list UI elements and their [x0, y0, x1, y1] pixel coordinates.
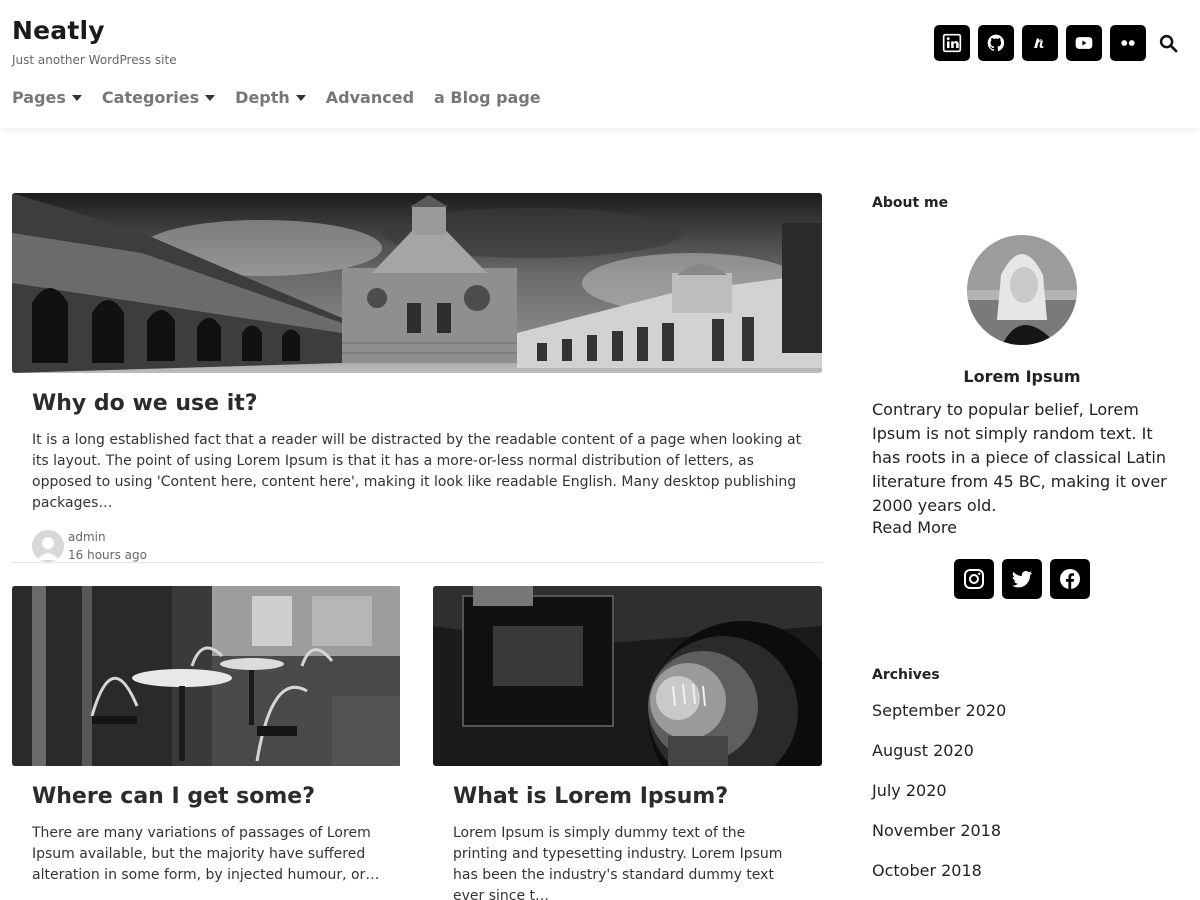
caret-down-icon: [205, 95, 216, 101]
nav-item-pages[interactable]: Pages: [12, 88, 82, 107]
widget-title: About me: [872, 195, 949, 211]
site-header: Neatly Just another WordPress site Pages…: [0, 0, 1200, 128]
archive-link[interactable]: July 2020: [872, 781, 1172, 821]
site-tagline: Just another WordPress site: [12, 53, 177, 67]
post-excerpt: There are many variations of passages of…: [32, 825, 380, 883]
about-widget: About me Lorem Ipsum Contrary to popular…: [872, 195, 1172, 599]
post-excerpt: Lorem Ipsum is simply dummy text of the …: [453, 825, 783, 900]
twitter-icon[interactable]: [1002, 559, 1042, 599]
read-more-link[interactable]: Read More: [872, 518, 1172, 537]
flickr-icon[interactable]: [1110, 25, 1146, 61]
archive-link[interactable]: August 2020: [872, 741, 1172, 781]
post-title[interactable]: Where can I get some?: [32, 784, 381, 809]
post-card: Where can I get some? There are many var…: [12, 586, 401, 886]
site-title[interactable]: Neatly: [12, 16, 105, 45]
caret-down-icon: [71, 95, 82, 101]
post-meta: admin 16 hours ago: [32, 528, 802, 564]
instagram-icon[interactable]: [954, 559, 994, 599]
nav-item-categories[interactable]: Categories: [101, 88, 216, 107]
facebook-icon[interactable]: [1050, 559, 1090, 599]
post-title[interactable]: What is Lorem Ipsum?: [453, 784, 802, 809]
post-thumbnail-cathedral[interactable]: [12, 193, 822, 373]
about-social-links: [872, 559, 1172, 599]
nav-item-label: Pages: [12, 88, 66, 107]
github-icon[interactable]: [978, 25, 1014, 61]
meetup-icon[interactable]: [1022, 25, 1058, 61]
about-name: Lorem Ipsum: [963, 367, 1081, 386]
post-excerpt: It is a long established fact that a rea…: [32, 432, 802, 511]
nav-item-label: Advanced: [325, 88, 415, 107]
nav-item-label: Categories: [101, 88, 200, 107]
caret-down-icon: [295, 95, 306, 101]
nav-item-advanced[interactable]: Advanced: [326, 88, 414, 107]
youtube-icon[interactable]: [1066, 25, 1102, 61]
widget-title: Archives: [872, 667, 940, 683]
post-title[interactable]: Why do we use it?: [32, 391, 802, 416]
about-avatar: [967, 235, 1077, 345]
nav-item-label: a Blog page: [434, 88, 541, 107]
about-text: Contrary to popular belief, Lorem Ipsum …: [872, 400, 1167, 515]
nav-item-blog-page[interactable]: a Blog page: [434, 88, 541, 107]
nav-item-depth[interactable]: Depth: [235, 88, 306, 107]
post-thumbnail-cafe[interactable]: [12, 586, 401, 766]
header-social-links: [926, 25, 1178, 61]
main-nav: Pages Categories Depth Advanced a Blog p…: [12, 88, 561, 107]
archives-widget: Archives September 2020 August 2020 July…: [872, 667, 1172, 900]
archive-link[interactable]: November 2018: [872, 821, 1172, 861]
author-avatar[interactable]: [32, 530, 64, 562]
featured-post: Why do we use it? It is a long establish…: [12, 193, 822, 564]
archive-link[interactable]: September 2020: [872, 701, 1172, 741]
post-card: What is Lorem Ipsum? Lorem Ipsum is simp…: [433, 586, 822, 900]
post-author[interactable]: admin: [68, 528, 147, 546]
linkedin-icon[interactable]: [934, 25, 970, 61]
post-divider: [12, 562, 822, 563]
post-thumbnail-camera[interactable]: [433, 586, 822, 766]
archive-list: September 2020 August 2020 July 2020 Nov…: [872, 701, 1172, 900]
nav-item-label: Depth: [235, 88, 290, 107]
sidebar: About me Lorem Ipsum Contrary to popular…: [872, 193, 1172, 900]
search-icon[interactable]: [1158, 33, 1178, 53]
archive-link[interactable]: October 2018: [872, 861, 1172, 900]
